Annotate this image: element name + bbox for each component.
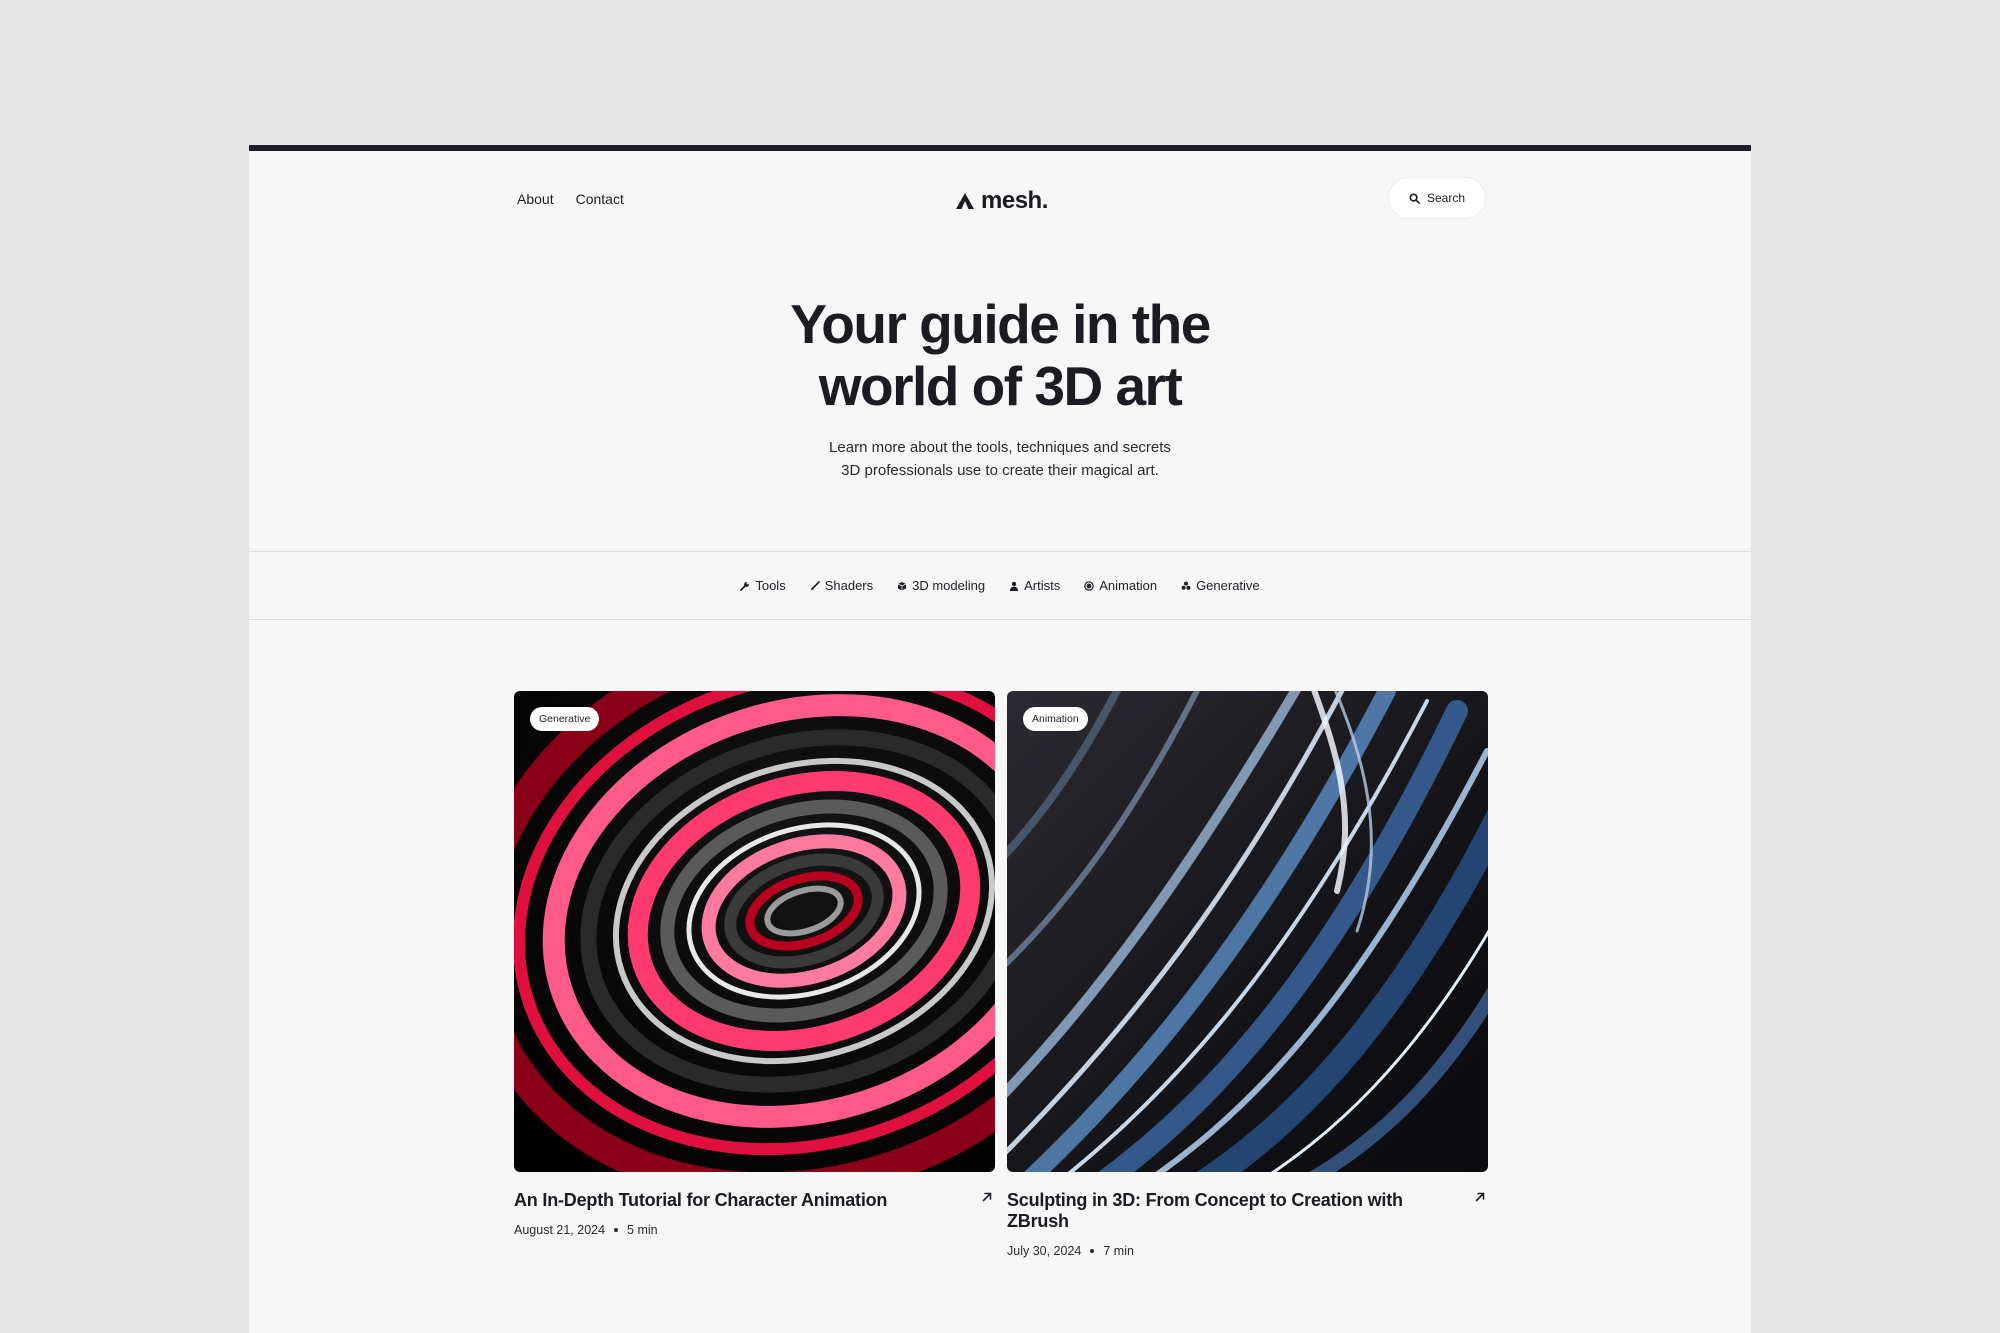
hero-title: Your guide in the world of 3D art — [790, 293, 1211, 417]
article-card[interactable]: Animation Sculpting in 3D: From Concept … — [1007, 691, 1488, 1258]
article-card[interactable]: Generative An In-Depth Tutorial for Char… — [514, 691, 995, 1237]
logo-text: mesh. — [981, 187, 1048, 214]
article-title[interactable]: Sculpting in 3D: From Concept to Creatio… — [1007, 1190, 1488, 1232]
hero-subtitle: Learn more about the tools, techniques a… — [829, 439, 1171, 479]
blue-waves-artwork — [1007, 691, 1488, 1172]
article-title[interactable]: An In-Depth Tutorial for Character Anima… — [514, 1190, 995, 1211]
separator-dot — [614, 1228, 619, 1232]
search-label: Search — [1426, 191, 1466, 205]
external-arrow-icon[interactable] — [981, 1191, 993, 1203]
separator-dot — [1090, 1249, 1095, 1253]
category-badge[interactable]: Animation — [1023, 707, 1088, 731]
page: About Contact mesh. Search Your guide in… — [249, 145, 1751, 1333]
external-arrow-icon[interactable] — [1474, 1191, 1486, 1203]
category-artists[interactable]: Artists — [1009, 578, 1060, 593]
search-icon — [1409, 192, 1420, 204]
article-image[interactable]: Generative — [514, 691, 995, 1172]
nav-about-link[interactable]: About — [517, 191, 554, 207]
article-meta: August 21, 2024 5 min — [514, 1223, 995, 1237]
sparkle-icon — [1181, 581, 1191, 590]
article-image[interactable]: Animation — [1007, 691, 1488, 1172]
article-date: July 30, 2024 — [1007, 1244, 1082, 1258]
category-generative[interactable]: Generative — [1181, 578, 1260, 593]
article-date: August 21, 2024 — [514, 1223, 606, 1237]
category-tools[interactable]: Tools — [740, 578, 786, 593]
article-read-time: 7 min — [1103, 1244, 1134, 1258]
person-icon — [1010, 581, 1019, 591]
category-badge[interactable]: Generative — [530, 707, 600, 731]
category-animation[interactable]: Animation — [1084, 578, 1157, 593]
red-spiral-artwork — [514, 691, 995, 1172]
nav-contact-link[interactable]: Contact — [576, 191, 624, 207]
brush-icon — [810, 580, 820, 590]
search-button[interactable]: Search — [1388, 177, 1486, 219]
category-shaders[interactable]: Shaders — [810, 578, 873, 593]
header-nav: About Contact — [517, 191, 624, 207]
cube-icon — [897, 581, 907, 590]
circle-icon — [1084, 580, 1095, 591]
category-3d-modeling[interactable]: 3D modeling — [897, 578, 985, 593]
mountain-logo-icon — [956, 193, 974, 209]
article-read-time: 5 min — [627, 1223, 658, 1237]
category-bar: Tools Shaders 3D modeling Artists Animat… — [249, 551, 1751, 620]
article-meta: July 30, 2024 7 min — [1007, 1244, 1488, 1258]
site-logo[interactable]: mesh. — [955, 187, 1048, 215]
wrench-icon — [740, 581, 750, 591]
